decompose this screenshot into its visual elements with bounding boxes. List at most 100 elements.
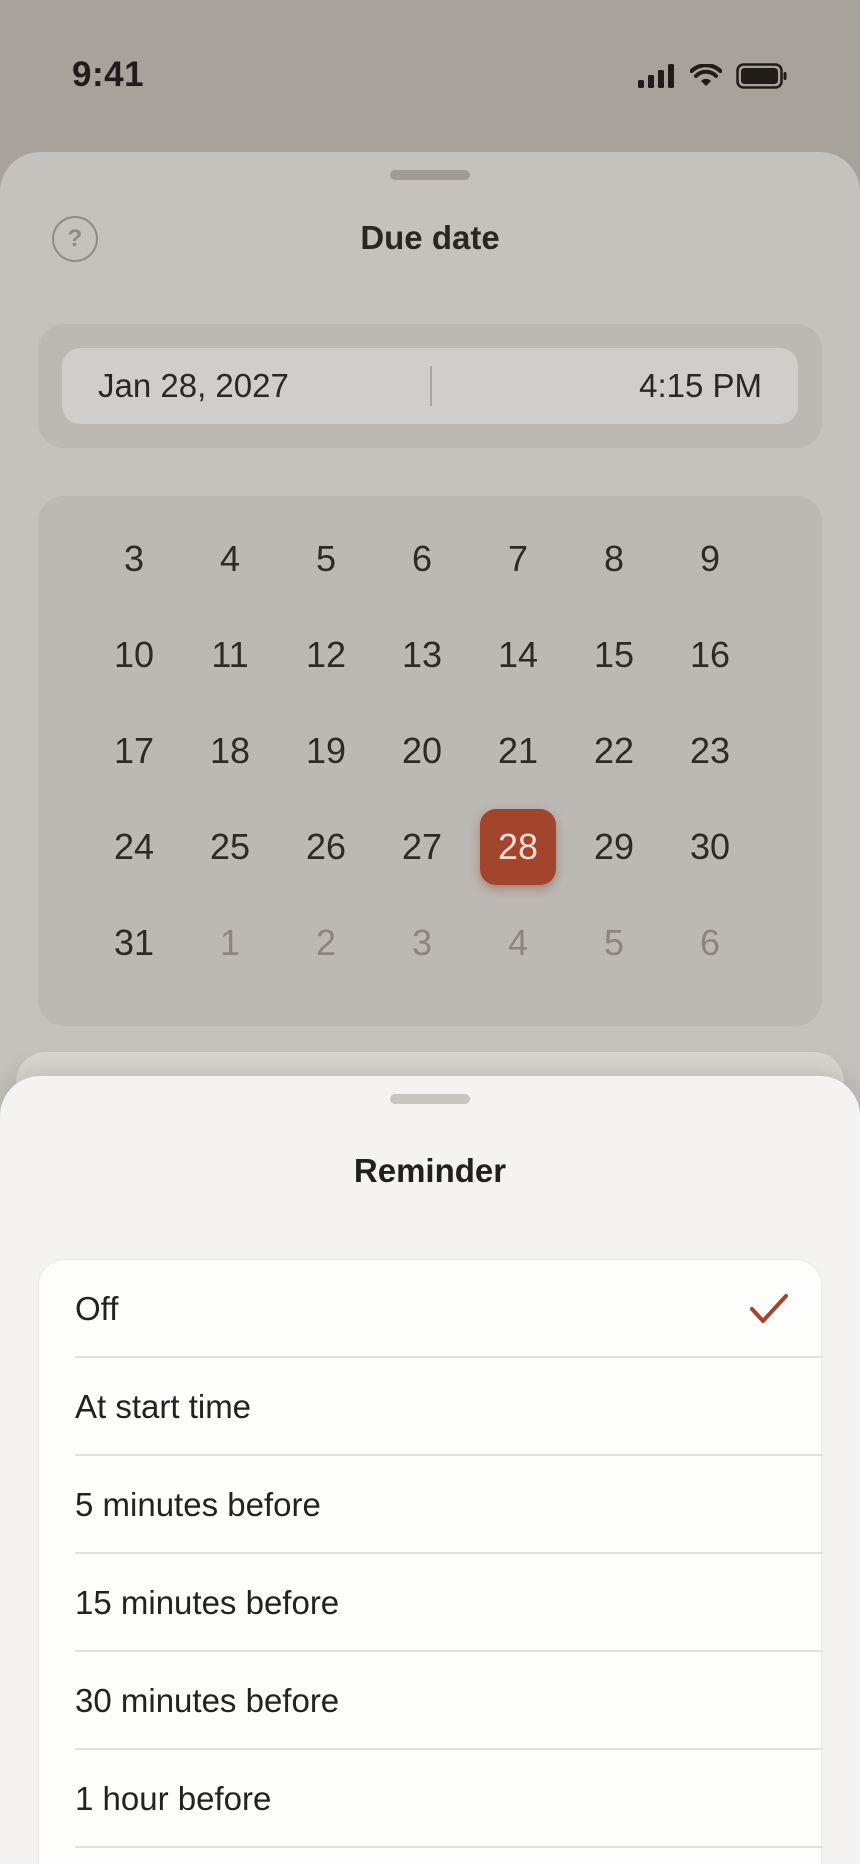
calendar-day-label: 13: [401, 634, 443, 675]
calendar-day-label: 21: [497, 730, 539, 771]
calendar-day-label: 20: [401, 730, 443, 771]
reminder-option-label: At start time: [75, 1388, 252, 1425]
reminder-option[interactable]: At start time: [39, 1358, 823, 1456]
calendar-day[interactable]: 8: [566, 511, 662, 607]
calendar-day[interactable]: 17: [86, 703, 182, 799]
calendar-day-label: 12: [305, 634, 347, 675]
reminder-sheet: Reminder Off At start time 5 minutes befor…: [0, 1076, 860, 1864]
calendar-day-label: 14: [497, 634, 539, 675]
calendar-day[interactable]: 5: [566, 895, 662, 991]
calendar-day-label: 7: [507, 538, 529, 579]
calendar-day[interactable]: 6: [662, 895, 758, 991]
calendar-day[interactable]: 24: [86, 799, 182, 895]
calendar-day[interactable]: 4: [182, 511, 278, 607]
calendar-day-label: 10: [113, 634, 155, 675]
calendar-day[interactable]: 6: [374, 511, 470, 607]
calendar-day-label: 30: [689, 826, 731, 867]
reminder-option[interactable]: 15 minutes before: [39, 1554, 823, 1652]
reminder-option[interactable]: Off: [39, 1260, 823, 1358]
calendar-day[interactable]: 22: [566, 703, 662, 799]
calendar-day-label: 23: [689, 730, 731, 771]
calendar-day[interactable]: 1: [182, 895, 278, 991]
calendar: 3 4 5 6 7 8 9 10 11 12 13 14 15 16 17 18 19 20 21 22 23 24 25 2…: [38, 496, 822, 1026]
calendar-day[interactable]: 25: [182, 799, 278, 895]
datetime-divider: [430, 366, 432, 406]
calendar-day-label: 4: [219, 538, 241, 579]
calendar-day-label: 29: [593, 826, 635, 867]
calendar-day-label: 8: [603, 538, 625, 579]
calendar-day-label: 31: [113, 922, 155, 963]
sheet-grabber[interactable]: [390, 170, 470, 180]
calendar-day[interactable]: 10: [86, 607, 182, 703]
calendar-day-label: 17: [113, 730, 155, 771]
calendar-day[interactable]: 21: [470, 703, 566, 799]
calendar-day-label: 28: [480, 809, 556, 885]
reminder-option-label: 30 minutes before: [75, 1682, 340, 1719]
calendar-day[interactable]: 31: [86, 895, 182, 991]
calendar-day-label: 24: [113, 826, 155, 867]
calendar-day-label: 1: [219, 922, 241, 963]
reminder-option-label: 1 hour before: [75, 1780, 272, 1817]
calendar-day-label: 6: [411, 538, 433, 579]
reminder-option-label: 15 minutes before: [75, 1584, 340, 1621]
calendar-day-label: 18: [209, 730, 251, 771]
reminder-option[interactable]: 5 minutes before: [39, 1456, 823, 1554]
reminder-option-label: 5 minutes before: [75, 1486, 321, 1523]
calendar-day[interactable]: 11: [182, 607, 278, 703]
reminder-option[interactable]: 30 minutes before: [39, 1652, 823, 1750]
wifi-icon: [690, 64, 722, 86]
sheet-grabber[interactable]: [390, 1094, 470, 1104]
row-separator: [75, 1846, 823, 1848]
calendar-day[interactable]: 26: [278, 799, 374, 895]
calendar-day-label: 4: [507, 922, 529, 963]
calendar-day[interactable]: 20: [374, 703, 470, 799]
calendar-day[interactable]: 5: [278, 511, 374, 607]
calendar-day-label: 22: [593, 730, 635, 771]
calendar-day-label: 11: [211, 634, 249, 675]
calendar-day[interactable]: 4: [470, 895, 566, 991]
calendar-day[interactable]: 3: [86, 511, 182, 607]
calendar-day-label: 27: [401, 826, 443, 867]
calendar-day[interactable]: 30: [662, 799, 758, 895]
calendar-day[interactable]: 2: [278, 895, 374, 991]
calendar-day[interactable]: 12: [278, 607, 374, 703]
calendar-day-label: 25: [209, 826, 251, 867]
calendar-day-label: 9: [699, 538, 721, 579]
time-value[interactable]: 4:15 PM: [639, 348, 762, 424]
reminder-option[interactable]: 1 hour before: [39, 1750, 823, 1848]
calendar-day[interactable]: 14: [470, 607, 566, 703]
signal-icon: [638, 64, 674, 88]
calendar-day[interactable]: 16: [662, 607, 758, 703]
datetime-field: Jan 28, 2027 4:15 PM: [62, 348, 798, 424]
calendar-day-label: 15: [593, 634, 635, 675]
calendar-day-label: 5: [603, 922, 625, 963]
calendar-day-label: 26: [305, 826, 347, 867]
calendar-day-label: 3: [411, 922, 433, 963]
calendar-day[interactable]: 3: [374, 895, 470, 991]
datetime-panel: Jan 28, 2027 4:15 PM: [38, 324, 822, 448]
due-date-title: Due date: [360, 219, 500, 256]
calendar-day[interactable]: 9: [662, 511, 758, 607]
calendar-day-selected[interactable]: 28: [470, 799, 566, 895]
calendar-day-label: 19: [305, 730, 347, 771]
reminder-title: Reminder: [353, 1152, 507, 1189]
calendar-day[interactable]: 13: [374, 607, 470, 703]
calendar-day-label: 16: [689, 634, 731, 675]
calendar-day-label: 3: [123, 538, 145, 579]
calendar-day[interactable]: 18: [182, 703, 278, 799]
calendar-day[interactable]: 29: [566, 799, 662, 895]
reminder-option-label: Off: [75, 1290, 119, 1327]
calendar-grid: 3 4 5 6 7 8 9 10 11 12 13 14 15 16 17 18 19 20 21 22 23 24 25 2…: [86, 511, 758, 991]
calendar-day[interactable]: 27: [374, 799, 470, 895]
status-icons: [638, 62, 788, 90]
calendar-day[interactable]: 15: [566, 607, 662, 703]
calendar-day[interactable]: 19: [278, 703, 374, 799]
calendar-day[interactable]: 7: [470, 511, 566, 607]
battery-icon: [736, 63, 787, 89]
date-value[interactable]: Jan 28, 2027: [98, 348, 289, 424]
calendar-day-label: 5: [315, 538, 337, 579]
checkmark-icon: [750, 1294, 788, 1323]
status-bar: 9:41: [0, 0, 860, 150]
reminder-options: Off At start time 5 minutes before 15 minut…: [38, 1259, 823, 1864]
calendar-day[interactable]: 23: [662, 703, 758, 799]
